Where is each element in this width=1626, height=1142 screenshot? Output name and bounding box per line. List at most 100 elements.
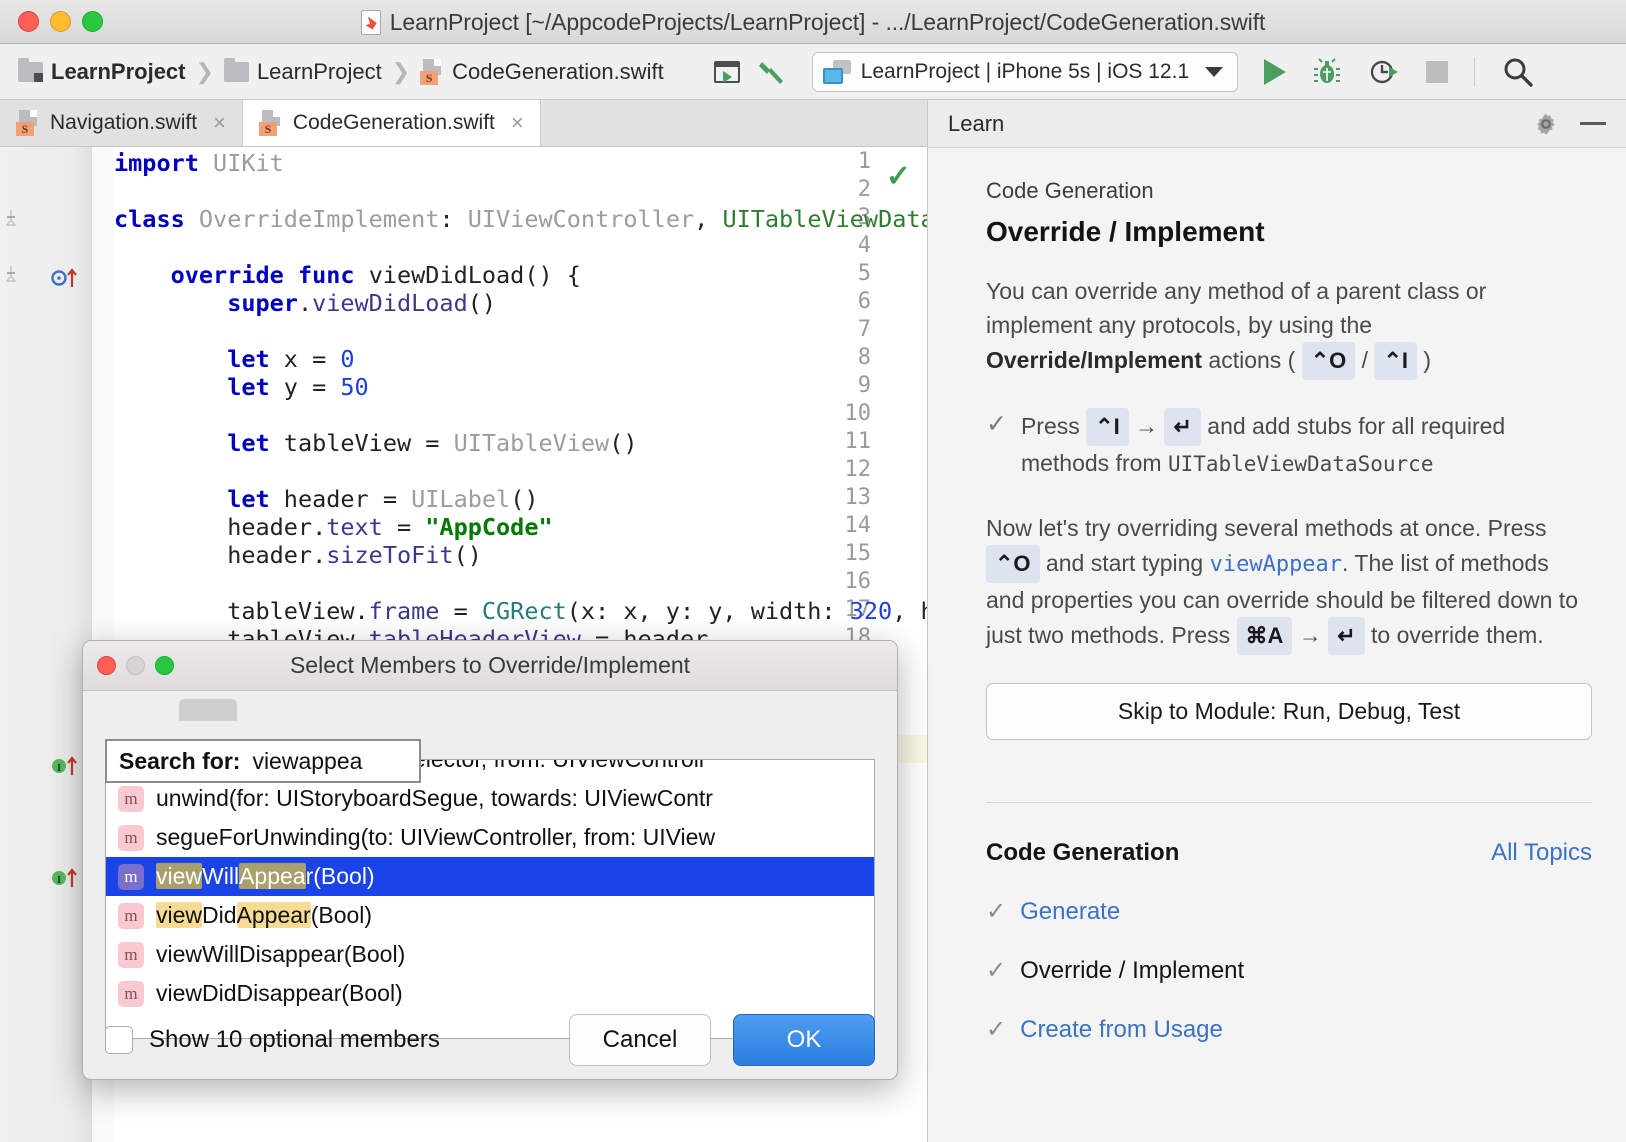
breadcrumb-label: LearnProject bbox=[256, 58, 382, 84]
chevron-right-icon: ❯ bbox=[195, 58, 214, 84]
tab-navigation-swift[interactable]: S Navigation.swift × bbox=[0, 100, 243, 146]
tab-codegeneration-swift[interactable]: S CodeGeneration.swift × bbox=[242, 100, 541, 146]
minimize-window-button[interactable] bbox=[50, 11, 71, 32]
window-titlebar: LearnProject [~/AppcodeProjects/LearnPro… bbox=[0, 0, 1626, 44]
check-icon: ✓ bbox=[986, 957, 1007, 984]
folder-icon bbox=[223, 57, 249, 82]
ok-button[interactable]: OK bbox=[733, 1014, 875, 1066]
show-optional-members-checkbox[interactable] bbox=[105, 1026, 133, 1054]
intro-text-2: actions ( bbox=[1202, 347, 1302, 373]
fold-marker-class[interactable] bbox=[2, 209, 20, 227]
member-list[interactable]: mforUnwindSegueAction(Selector, from: UI… bbox=[105, 759, 875, 1039]
breadcrumb: LearnProject ❯ LearnProject ❯ S CodeGene… bbox=[18, 57, 664, 85]
code-line-1: import UIKit bbox=[114, 149, 284, 177]
swift-file-icon: S bbox=[258, 110, 283, 136]
fold-marker-func[interactable] bbox=[2, 265, 20, 283]
shortcut-enter: ↵ bbox=[1164, 408, 1201, 446]
learn-task-2: Now let's try overriding several methods… bbox=[986, 511, 1592, 655]
minimize-icon[interactable] bbox=[1580, 122, 1606, 125]
shortcut-ctrl-i: ⌃I bbox=[1086, 408, 1129, 446]
profile-button[interactable] bbox=[1368, 57, 1400, 87]
project-folder-icon bbox=[18, 57, 43, 82]
run-button[interactable] bbox=[1264, 58, 1287, 85]
chevron-right-icon: ❯ bbox=[391, 58, 411, 84]
swift-file-icon bbox=[360, 9, 381, 35]
hammer-button[interactable] bbox=[756, 57, 786, 87]
code-line-15: header.sizeToFit() bbox=[227, 541, 482, 569]
dialog-title: Select Members to Override/Implement bbox=[289, 652, 691, 678]
task2-arrow: → bbox=[1298, 622, 1322, 648]
run-configuration-selector[interactable]: LearnProject | iPhone 5s | iOS 12.1 bbox=[811, 51, 1239, 92]
topic-item-create-from-usage[interactable]: ✓ Create from Usage bbox=[986, 1015, 1592, 1044]
debug-button[interactable] bbox=[1312, 57, 1342, 87]
window-traffic-lights bbox=[18, 11, 103, 32]
topic-label[interactable]: Create from Usage bbox=[1020, 1016, 1223, 1044]
stop-icon bbox=[1426, 60, 1449, 83]
learn-task-1: ✓ Press ⌃I → ↵ and add stubs for all req… bbox=[986, 408, 1592, 481]
swift-file-icon: S bbox=[16, 110, 40, 136]
gear-icon[interactable] bbox=[1534, 112, 1558, 136]
member-row[interactable]: m unwind(for: UIStoryboardSegue, towards:… bbox=[106, 779, 874, 818]
breadcrumb-item-file[interactable]: S CodeGeneration.swift bbox=[420, 58, 664, 85]
member-row-selected[interactable]: m viewWillAppear(Bool) bbox=[106, 857, 874, 896]
search-speed-popup[interactable]: Search for: viewappea bbox=[105, 739, 421, 783]
dialog-footer: Show 10 optional members Cancel OK bbox=[83, 999, 897, 1079]
intro-text-3: ) bbox=[1417, 347, 1432, 373]
search-label: Search for: bbox=[119, 747, 241, 774]
shortcut-ctrl-i: ⌃I bbox=[1374, 342, 1418, 380]
inspection-status-icon[interactable]: ✓ bbox=[886, 159, 911, 194]
member-label: viewDidAppear(Bool) bbox=[156, 902, 373, 928]
override-gutter-icon[interactable] bbox=[50, 265, 86, 291]
learn-divider bbox=[986, 802, 1592, 803]
member-label: viewWillAppear(Bool) bbox=[156, 863, 375, 889]
cancel-button[interactable]: Cancel bbox=[569, 1014, 711, 1066]
override-implement-dialog[interactable]: Select Members to Override/Implement mfo… bbox=[82, 640, 898, 1080]
main-toolbar: LearnProject ❯ LearnProject ❯ S CodeGene… bbox=[0, 44, 1626, 100]
dialog-filter-tab[interactable] bbox=[179, 699, 237, 721]
shortcut-enter: ↵ bbox=[1328, 617, 1365, 655]
search-everywhere-button[interactable] bbox=[1501, 55, 1535, 89]
code-line-17: tableView.frame = CGRect(x: x, y: y, wid… bbox=[227, 597, 927, 625]
implement-gutter-icon[interactable]: I bbox=[50, 753, 86, 779]
breadcrumb-item-folder[interactable]: LearnProject bbox=[223, 57, 382, 85]
member-kind-icon: m bbox=[118, 941, 144, 968]
close-icon[interactable]: × bbox=[213, 110, 226, 136]
zoom-window-button[interactable] bbox=[82, 11, 103, 32]
member-kind-icon: m bbox=[118, 863, 144, 890]
task1-arrow: → bbox=[1135, 413, 1159, 439]
stop-button[interactable] bbox=[1426, 60, 1449, 83]
breadcrumb-item-project[interactable]: LearnProject bbox=[18, 57, 186, 85]
topic-item-override-implement[interactable]: ✓ Override / Implement bbox=[986, 956, 1592, 985]
learn-panel-header: Learn bbox=[928, 100, 1626, 148]
all-topics-link[interactable]: All Topics bbox=[1491, 839, 1592, 867]
code-line-14: header.text = "AppCode" bbox=[227, 513, 553, 541]
close-icon[interactable]: × bbox=[511, 110, 524, 136]
profile-icon bbox=[1370, 60, 1399, 83]
editor-tab-bar: S Navigation.swift × S CodeGeneration.sw… bbox=[0, 100, 927, 147]
member-row[interactable]: m viewDidAppear(Bool) bbox=[106, 896, 874, 935]
learn-intro-paragraph: You can override any method of a parent … bbox=[986, 274, 1592, 380]
member-row[interactable]: m viewWillDisappear(Bool) bbox=[106, 935, 874, 974]
code-line-6: super.viewDidLoad() bbox=[227, 289, 497, 317]
code-line-11: let tableView = UITableView() bbox=[227, 429, 638, 457]
task-check-icon: ✓ bbox=[986, 410, 1007, 438]
topic-item-generate[interactable]: ✓ Generate bbox=[986, 897, 1592, 926]
build-button[interactable] bbox=[713, 60, 740, 83]
close-window-button[interactable] bbox=[18, 11, 39, 32]
editor-gutter[interactable] bbox=[0, 147, 92, 1142]
member-kind-icon: m bbox=[118, 785, 144, 812]
svg-text:I: I bbox=[57, 762, 61, 774]
code-line-13: let header = UILabel() bbox=[227, 485, 539, 513]
topic-label[interactable]: Generate bbox=[1020, 898, 1120, 926]
skip-to-module-button[interactable]: Skip to Module: Run, Debug, Test bbox=[986, 683, 1592, 740]
task2-text-2: and start typing bbox=[1039, 550, 1210, 576]
learn-kicker: Code Generation bbox=[986, 178, 1154, 203]
code-line-5: override func viewDidLoad() { bbox=[170, 261, 581, 289]
implement-gutter-icon[interactable]: I bbox=[50, 865, 86, 891]
member-row[interactable]: m segueForUnwinding(to: UIViewController,… bbox=[106, 818, 874, 857]
topic-label[interactable]: Override / Implement bbox=[1020, 957, 1244, 985]
task2-text-4: to override them. bbox=[1364, 622, 1544, 648]
swift-file-icon: S bbox=[420, 58, 444, 85]
shortcut-cmd-a: ⌘A bbox=[1236, 617, 1293, 655]
search-input[interactable]: viewappea bbox=[252, 748, 362, 775]
